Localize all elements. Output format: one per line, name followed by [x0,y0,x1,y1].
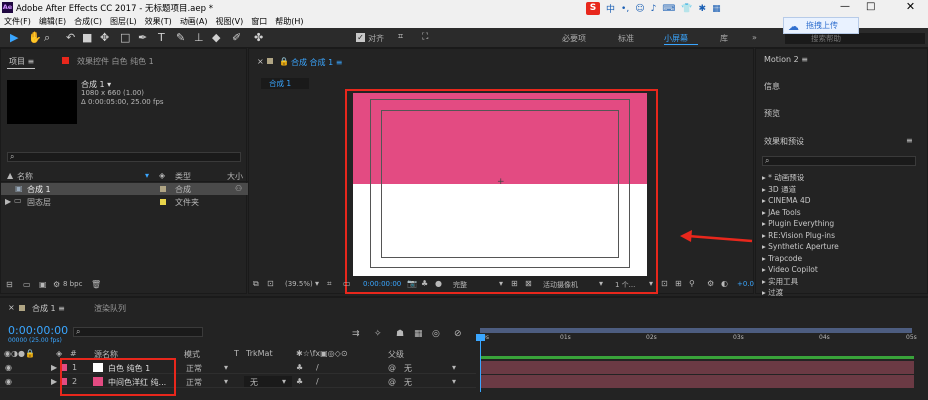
ruler-tick-label: 04s [819,334,830,341]
frame-blending-icon[interactable]: ▦ [414,329,423,339]
arrow-to-viewer-head [680,230,692,242]
cloud-icon: ☁ [788,20,799,33]
graph-editor-icon[interactable]: ⊘ [454,329,462,339]
parent-pickwhip-icon[interactable]: @ [388,377,396,386]
mode-dropdown-icon[interactable]: ▾ [224,377,228,386]
quality-switch-icon[interactable]: / [316,363,319,372]
expand-layer-icon[interactable]: ▶ [51,363,57,372]
work-area-bar[interactable] [480,328,912,333]
playhead[interactable] [480,336,481,392]
timeline-search-input[interactable]: ⌕ [73,327,203,337]
arrow-to-viewer [687,234,753,243]
layer-mode[interactable]: 正常 [186,377,202,388]
close-timeline-tab-icon[interactable]: × [8,303,15,312]
parent-dropdown-icon[interactable]: ▾ [452,377,456,386]
comp-mini-flowchart-icon[interactable]: ⇉ [352,329,360,339]
shy-switch-icon[interactable]: ♣ [296,363,303,372]
parent-pickwhip-icon[interactable]: @ [388,363,396,372]
ruler-tick-label: 01s [560,334,571,341]
cloud-upload-label: 拖拽上传 [806,21,838,30]
timeline-search-icon: ⌕ [76,327,81,336]
header-trkmat[interactable]: TrkMat [246,349,273,358]
timeline-frames: 00000 (25.00 fps) [8,337,62,344]
number-column-icon: # [70,349,77,358]
tab-timeline-comp-label: 合成 1 [32,304,56,313]
hide-shy-layers-icon[interactable]: ☗ [396,329,404,339]
shy-switch-icon[interactable]: ♣ [296,377,303,386]
label-column-icon: ◈ [56,349,63,358]
layer-parent[interactable]: 无 [404,363,412,374]
tab-render-queue[interactable]: 渲染队列 [94,303,126,314]
layer-duration-bar[interactable] [480,375,914,388]
playhead-handle[interactable] [476,334,485,341]
visibility-eye-icon[interactable]: ◉ [5,363,12,372]
layer-duration-bar[interactable] [480,361,914,374]
motion-blur-icon[interactable]: ◎ [432,329,440,339]
parent-dropdown-icon[interactable]: ▾ [452,363,456,372]
ruler-tick-label: 03s [733,334,744,341]
layer-mode[interactable]: 正常 [186,363,202,374]
time-ruler[interactable]: 0s 01s 02s 03s 04s 05s [478,328,928,348]
visibility-eye-icon[interactable]: ◉ [5,377,12,386]
ruler-tick-label: 02s [646,334,657,341]
layer-trkmat[interactable]: 无 [250,377,258,388]
timeline-timecode[interactable]: 0:00:00:00 [8,324,68,337]
expand-layer-icon[interactable]: ▶ [51,377,57,386]
draft-3d-icon[interactable]: ✧ [374,329,382,339]
layer-parent[interactable]: 无 [404,377,412,388]
mode-dropdown-icon[interactable]: ▾ [224,363,228,372]
timeline-tab-swatch [19,305,25,311]
quality-switch-icon[interactable]: / [316,377,319,386]
header-parent[interactable]: 父级 [388,349,404,360]
tab-timeline-comp[interactable]: 合成 1 ≡ [32,303,65,314]
header-mode[interactable]: 模式 [184,349,200,360]
timeline-panel: × 合成 1 ≡ 渲染队列 0:00:00:00 00000 (25.00 fp… [0,296,928,400]
ruler-tick-label: 05s [906,334,917,341]
cache-bar [480,356,914,359]
switches-icons: ✱☆\fx▣◎◇⊙ [296,349,348,358]
cloud-upload-button[interactable]: ☁ 拖拽上传 [783,17,859,34]
trkmat-dropdown-icon[interactable]: ▾ [282,377,286,386]
av-features-icons: ◉◑●🔒 [4,349,35,358]
header-t[interactable]: T [234,349,239,358]
layers-highlight-box [60,358,176,396]
